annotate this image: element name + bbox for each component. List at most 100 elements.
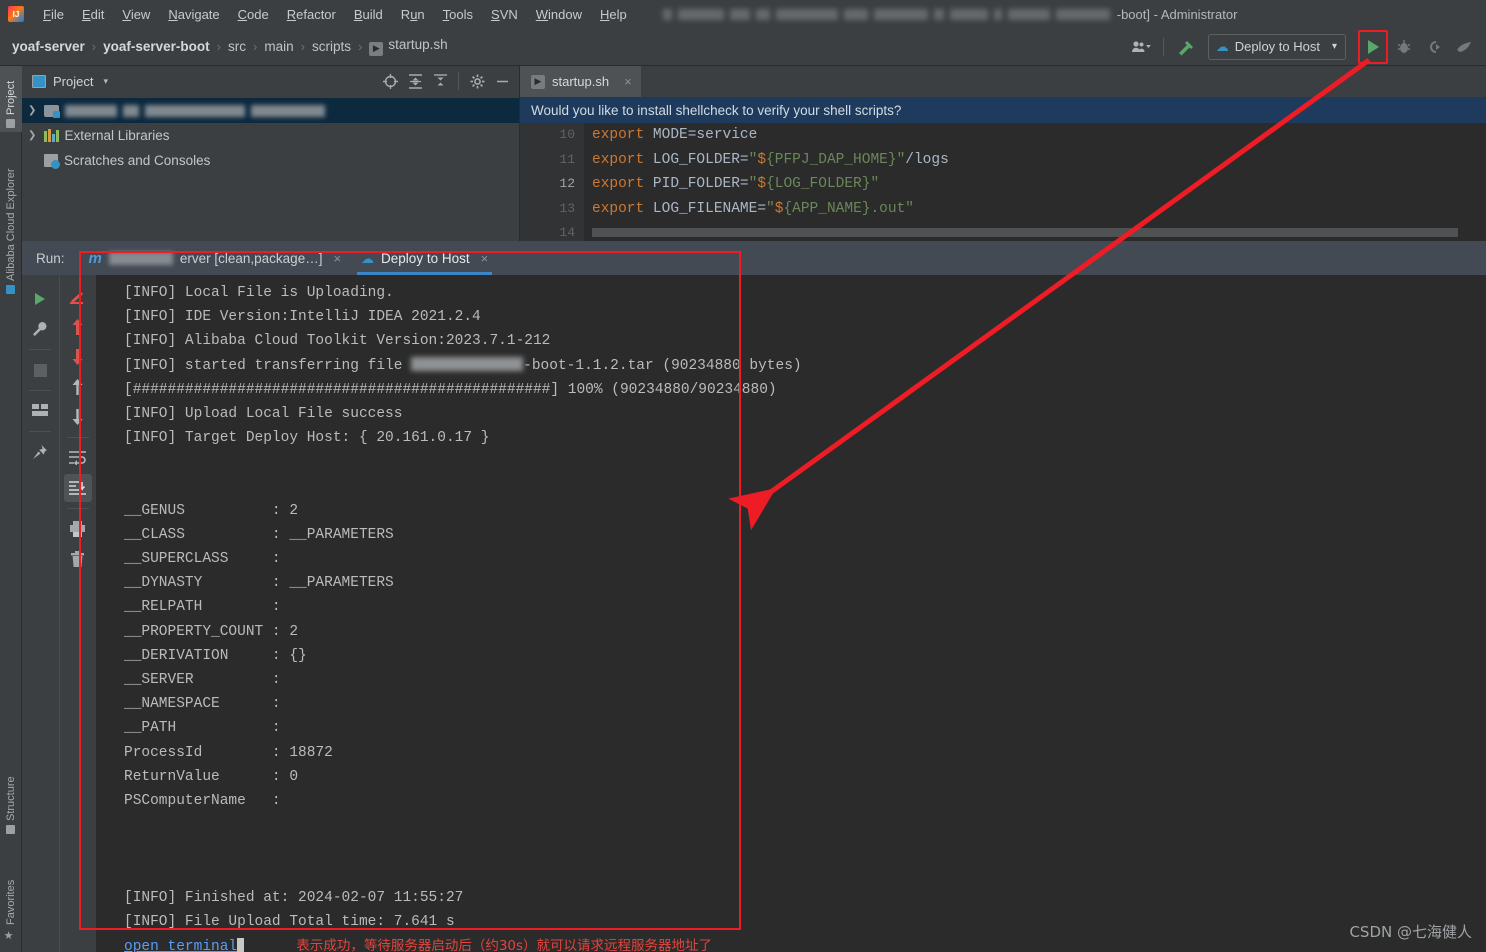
console-line: __CLASS : __PARAMETERS [124,526,394,543]
code-lines: export MODE=service export LOG_FOLDER="${… [592,123,949,241]
run-tab-maven-build-label: erver [clean,package…] [179,250,323,266]
editor-tab-startup-sh[interactable]: ▶ startup.sh × [520,66,641,97]
run-tab-deploy-to-host[interactable]: ☁ Deploy to Host × [351,241,498,275]
settings-gear-icon[interactable] [466,70,488,92]
editor-horizontal-scrollbar[interactable] [592,228,1458,237]
debug-bug-icon[interactable] [1390,34,1418,60]
breadcrumb-separator: › [357,39,363,54]
sidebar-item-structure[interactable]: Structure [0,756,22,838]
locate-target-icon[interactable] [379,70,401,92]
hide-minus-icon[interactable] [491,70,513,92]
menu-help[interactable]: Help [591,3,636,26]
run-tab-maven-build[interactable]: m erver [clean,package…] × [79,241,352,275]
menu-edit[interactable]: Edit [73,3,113,26]
console-line: __DERIVATION : {} [124,647,307,664]
trash-button[interactable] [64,545,92,573]
menu-run[interactable]: Run [392,3,434,26]
shell-script-icon: ▶ [369,41,384,56]
menu-window[interactable]: Window [527,3,591,26]
rerun-button[interactable] [26,285,54,313]
toolbar-divider [458,72,459,90]
menu-refactor[interactable]: Refactor [278,3,345,26]
menu-tools[interactable]: Tools [434,3,482,26]
sidebar-item-project-label: Project [5,80,17,115]
breadcrumb-item-5[interactable]: ▶ startup.sh [365,35,451,58]
hammer-icon[interactable] [1172,34,1200,60]
attach-process-icon[interactable] [1420,34,1448,60]
menu-view[interactable]: View [113,3,159,26]
edit-configuration-button[interactable] [26,315,54,343]
console-line: __DYNASTY : __PARAMETERS [124,575,394,592]
breadcrumb-item-0[interactable]: yoaf-server [8,37,89,56]
chevron-right-icon[interactable]: ❯ [28,130,36,141]
redacted-filename [411,356,524,371]
project-tree: ❯ ❯ External Libraries Scratches and Con… [22,96,519,173]
breadcrumb-item-5-label: startup.sh [388,37,448,53]
next-occurrence-button[interactable] [64,403,92,431]
toolbar-divider [29,349,51,350]
run-play-icon[interactable] [1367,39,1379,54]
console-line: PSComputerName : [124,792,290,809]
breadcrumb-separator: › [216,39,222,54]
expand-all-icon[interactable] [404,70,426,92]
close-icon[interactable]: × [624,74,632,89]
menu-navigate[interactable]: Navigate [159,3,228,26]
line-number: 11 [559,151,575,167]
breadcrumb-separator: › [91,39,97,54]
breadcrumb-item-3[interactable]: main [260,37,297,56]
filter-warning-button[interactable] [64,283,92,311]
console-line: [INFO] IDE Version:IntelliJ IDEA 2021.2.… [124,309,481,326]
tree-item-module[interactable]: ❯ [22,98,519,123]
user-settings-icon[interactable] [1127,34,1155,60]
breadcrumb-item-4[interactable]: scripts [308,37,355,56]
menu-build[interactable]: Build [345,3,392,26]
menu-code[interactable]: Code [229,3,278,26]
pin-tab-button[interactable] [26,438,54,466]
prev-occurrence-button[interactable] [64,373,92,401]
line-number: 10 [559,127,575,142]
tree-item-external-libraries-label: External Libraries [64,128,170,143]
console-output[interactable]: [INFO] Local File is Uploading. [INFO] ID… [96,275,1486,952]
print-button[interactable] [64,515,92,543]
run-coverage-icon[interactable] [1450,34,1478,60]
breadcrumb-item-2[interactable]: src [224,37,250,56]
cloud-icon: ☁ [361,250,375,266]
deploy-to-host-combo[interactable]: ☁ Deploy to Host ▾ [1207,33,1346,60]
code-editor[interactable]: 10 11 12 13 14 export MODE=service export… [520,123,1486,241]
libraries-icon [44,129,59,142]
sidebar-item-project[interactable]: Project [0,66,22,132]
structure-icon [6,825,16,834]
console-line: __RELPATH : [124,599,290,616]
console-line: [#######################################… [124,381,777,398]
run-window-label: Run: [36,250,65,266]
scroll-to-end-button[interactable] [63,474,92,502]
tree-item-external-libraries[interactable]: ❯ External Libraries [22,123,519,148]
next-error-button[interactable] [64,343,92,371]
open-terminal-link[interactable]: open terminal [124,935,237,952]
prev-error-button[interactable] [64,313,92,341]
soft-wrap-button[interactable] [64,444,92,472]
console-line: [INFO] started transferring file -boot-1… [124,356,802,374]
editor-notification-banner[interactable]: Would you like to install shellcheck to … [520,97,1486,123]
chevron-right-icon[interactable]: ❯ [28,105,36,116]
sidebar-item-favorites[interactable]: ★ Favorites [0,856,22,942]
breadcrumb-item-1[interactable]: yoaf-server-boot [99,37,214,56]
layout-panes-button[interactable] [26,397,54,425]
breadcrumb-separator: › [253,39,258,54]
sidebar-item-alibaba-cloud-explorer-label: Alibaba Cloud Explorer [5,168,17,281]
stop-button[interactable] [26,356,54,384]
sidebar-item-alibaba-cloud-explorer[interactable]: Alibaba Cloud Explorer [0,138,22,298]
tree-item-scratches-and-consoles[interactable]: Scratches and Consoles [22,148,519,173]
close-icon[interactable]: × [333,251,341,266]
close-icon[interactable]: × [481,251,489,266]
collapse-all-icon[interactable] [429,70,451,92]
menu-svn[interactable]: SVN [482,3,527,26]
menu-file[interactable]: File [34,3,73,26]
console-line: [INFO] Local File is Uploading. [124,285,394,301]
chevron-down-icon[interactable]: ▾ [103,76,108,87]
toolbar-divider [29,390,51,391]
